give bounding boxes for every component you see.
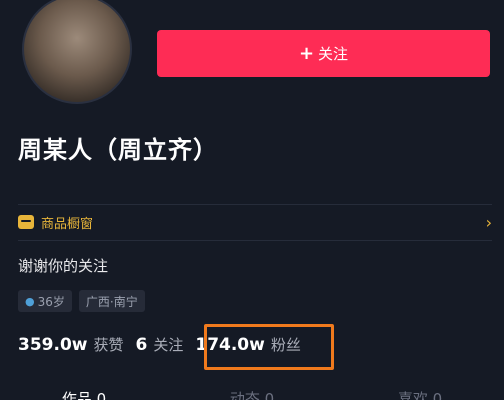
stat-likes[interactable]: 359.0w 获赞 [18, 334, 124, 355]
shop-window-label: 商品橱窗 [41, 216, 94, 232]
following-count: 6 [135, 335, 148, 355]
stat-following[interactable]: 6 关注 [136, 334, 184, 355]
profile-tags: ● 36岁 广西·南宁 [18, 290, 145, 312]
divider [18, 240, 492, 241]
user-icon: ● [25, 294, 35, 308]
shop-window-row[interactable]: 商品橱窗 › [18, 205, 492, 239]
shop-icon [18, 215, 34, 229]
age-tag-label: 36岁 [37, 294, 65, 309]
chevron-right-icon: › [485, 212, 492, 232]
likes-count: 359.0w [18, 335, 88, 355]
tab-posts[interactable]: 动态 0 [230, 388, 274, 400]
follow-button[interactable]: + 关注 [157, 30, 490, 77]
followers-highlight-box [204, 324, 334, 370]
location-tag-label: 广西·南宁 [85, 294, 138, 309]
avatar[interactable] [22, 0, 132, 104]
profile-name: 周某人（周立齐） [18, 136, 218, 164]
age-tag: ● 36岁 [18, 290, 72, 312]
bio-text: 谢谢你的关注 [18, 257, 109, 275]
likes-label: 获赞 [93, 336, 124, 354]
location-tag: 广西·南宁 [78, 290, 145, 312]
plus-icon: + [298, 43, 315, 64]
profile-tabs: 作品 0 动态 0 喜欢 0 [0, 388, 504, 400]
tab-works[interactable]: 作品 0 [62, 388, 106, 400]
follow-label: 关注 [318, 45, 349, 63]
tab-likes[interactable]: 喜欢 0 [398, 388, 442, 400]
following-label: 关注 [153, 336, 184, 354]
